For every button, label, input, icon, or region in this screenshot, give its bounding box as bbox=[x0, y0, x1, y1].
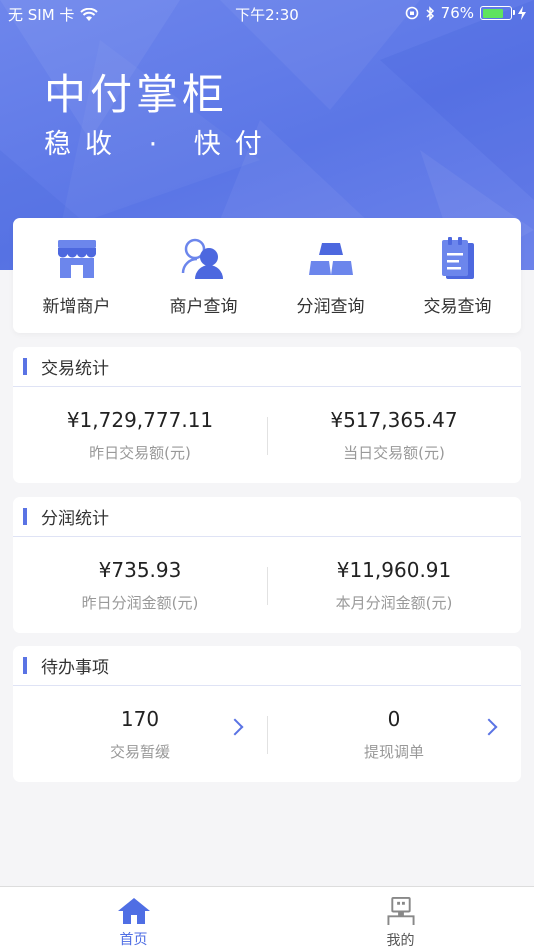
stat-value: ¥11,960.91 bbox=[336, 557, 452, 582]
tab-mine[interactable]: 我的 bbox=[267, 887, 534, 950]
quick-action-add-merchant[interactable]: 新增商户 bbox=[13, 218, 140, 333]
clipboard-icon bbox=[435, 236, 481, 282]
bluetooth-icon bbox=[426, 5, 434, 21]
todo-label: 交易暂缓 bbox=[109, 742, 170, 761]
user-search-icon bbox=[181, 236, 227, 282]
stat-label: 本月分润金额(元) bbox=[335, 593, 453, 612]
quick-action-label: 新增商户 bbox=[42, 297, 111, 317]
app-slogan: 稳收 · 快付 bbox=[44, 129, 276, 160]
stat-value: ¥517,365.47 bbox=[330, 407, 458, 432]
section-title: 交易统计 bbox=[41, 359, 109, 379]
profile-icon bbox=[386, 897, 415, 926]
section-marker bbox=[23, 358, 27, 375]
stat-month-profit[interactable]: ¥11,960.91 本月分润金额(元) bbox=[267, 558, 521, 613]
tab-label: 首页 bbox=[119, 932, 148, 948]
todo-withdraw-adjust[interactable]: 0 提现调单 bbox=[267, 707, 521, 762]
tab-bar: 首页 我的 bbox=[0, 886, 534, 950]
tab-label: 我的 bbox=[386, 933, 415, 949]
transaction-stats-card: 交易统计 ¥1,729,777.11 昨日交易额(元) ¥517,365.47 … bbox=[13, 347, 521, 483]
section-header: 分润统计 bbox=[13, 497, 521, 537]
section-title: 待办事项 bbox=[41, 658, 109, 678]
stat-yesterday-volume[interactable]: ¥1,729,777.11 昨日交易额(元) bbox=[13, 408, 267, 463]
section-marker bbox=[23, 657, 27, 674]
quick-actions: 新增商户 商户查询 分润查询 交易查询 bbox=[13, 218, 521, 333]
home-icon bbox=[117, 898, 150, 924]
stat-label: 昨日分润金额(元) bbox=[81, 593, 199, 612]
quick-action-label: 交易查询 bbox=[423, 297, 492, 317]
gold-bars-icon bbox=[308, 236, 354, 282]
stat-value: ¥735.93 bbox=[98, 557, 182, 582]
quick-action-transaction-search[interactable]: 交易查询 bbox=[394, 218, 521, 333]
todo-card: 待办事项 170 交易暂缓 0 提现调单 bbox=[13, 646, 521, 782]
section-marker bbox=[23, 508, 27, 525]
store-icon bbox=[54, 236, 100, 282]
section-title: 分润统计 bbox=[41, 509, 109, 529]
stat-label: 昨日交易额(元) bbox=[89, 443, 191, 462]
app-title: 中付掌柜 bbox=[44, 70, 229, 119]
todo-label: 提现调单 bbox=[363, 742, 424, 761]
stat-yesterday-profit[interactable]: ¥735.93 昨日分润金额(元) bbox=[13, 558, 267, 613]
battery-percent: 76% bbox=[440, 4, 474, 22]
todo-deferred-transactions[interactable]: 170 交易暂缓 bbox=[13, 707, 267, 762]
brand-block: 中付掌柜 稳收 · 快付 bbox=[44, 70, 276, 162]
quick-action-merchant-search[interactable]: 商户查询 bbox=[140, 218, 267, 333]
orientation-lock-icon bbox=[405, 6, 418, 20]
section-header: 交易统计 bbox=[13, 347, 521, 387]
tab-home[interactable]: 首页 bbox=[0, 887, 267, 950]
charging-icon bbox=[518, 6, 526, 20]
status-bar: 无 SIM 卡 下午2:30 76% bbox=[0, 0, 534, 28]
profit-stats-card: 分润统计 ¥735.93 昨日分润金额(元) ¥11,960.91 本月分润金额… bbox=[13, 497, 521, 633]
battery-icon bbox=[480, 6, 515, 20]
stat-value: ¥1,729,777.11 bbox=[66, 407, 214, 432]
quick-action-profit-search[interactable]: 分润查询 bbox=[267, 218, 394, 333]
stat-today-volume[interactable]: ¥517,365.47 当日交易额(元) bbox=[267, 408, 521, 463]
quick-action-label: 商户查询 bbox=[169, 297, 238, 317]
quick-action-label: 分润查询 bbox=[296, 297, 365, 317]
section-header: 待办事项 bbox=[13, 646, 521, 686]
stat-label: 当日交易额(元) bbox=[343, 443, 445, 462]
